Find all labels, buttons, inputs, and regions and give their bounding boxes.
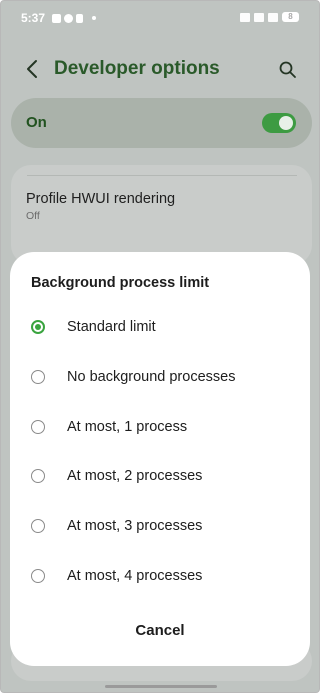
back-arrow-icon[interactable] <box>23 58 43 80</box>
wifi-icon <box>254 12 264 22</box>
setting-item-title: Profile HWUI rendering <box>26 191 176 207</box>
option-at-most-4-processes[interactable]: At most, 4 processes <box>10 558 310 598</box>
option-label: At most, 2 processes <box>67 468 203 484</box>
master-toggle[interactable] <box>262 113 296 133</box>
toggle-knob <box>279 116 293 130</box>
clipboard-notification-icon <box>76 13 83 23</box>
option-standard-limit[interactable]: Standard limit <box>10 309 310 349</box>
system-status-icons: 8 <box>240 12 299 22</box>
option-label: At most, 1 process <box>67 419 188 435</box>
notification-icons <box>52 13 96 23</box>
app-bar: Developer options <box>1 49 319 89</box>
background-process-limit-dialog: Background process limit Standard limit … <box>10 252 310 666</box>
option-label: No background processes <box>67 369 236 385</box>
phone-screen: 5:37 8 Developer options On Profile HWUI… <box>0 0 320 693</box>
home-gesture-bar[interactable] <box>105 685 217 688</box>
option-label: Standard limit <box>67 319 156 335</box>
status-time: 5:37 <box>21 11 46 25</box>
option-at-most-2-processes[interactable]: At most, 2 processes <box>10 458 310 498</box>
setting-item-subtitle: Off <box>26 210 40 222</box>
radio-button[interactable] <box>31 420 45 434</box>
radio-button[interactable] <box>31 569 45 583</box>
page-title: Developer options <box>54 58 220 79</box>
status-bar: 5:37 8 <box>1 1 319 35</box>
cancel-button[interactable]: Cancel <box>110 616 210 646</box>
app-notification-icon <box>64 13 73 23</box>
option-no-background-processes[interactable]: No background processes <box>10 359 310 399</box>
radio-button-selected[interactable] <box>31 320 45 334</box>
battery-icon: 8 <box>282 12 299 22</box>
settings-list: Profile HWUI rendering Off <box>11 165 312 265</box>
signal-icon <box>268 12 278 22</box>
option-at-most-1-process[interactable]: At most, 1 process <box>10 409 310 449</box>
gallery-notification-icon <box>52 13 61 23</box>
more-notifications-dot-icon <box>92 16 96 20</box>
radio-button[interactable] <box>31 370 45 384</box>
developer-options-master-switch[interactable]: On <box>11 98 312 148</box>
option-at-most-3-processes[interactable]: At most, 3 processes <box>10 508 310 548</box>
search-icon[interactable] <box>278 60 298 80</box>
option-label: At most, 4 processes <box>67 568 203 584</box>
option-label: At most, 3 processes <box>67 518 203 534</box>
radio-button[interactable] <box>31 519 45 533</box>
master-switch-label: On <box>26 114 47 131</box>
mute-icon <box>240 12 250 22</box>
dialog-title: Background process limit <box>31 275 210 291</box>
radio-button[interactable] <box>31 469 45 483</box>
list-divider <box>27 175 297 176</box>
